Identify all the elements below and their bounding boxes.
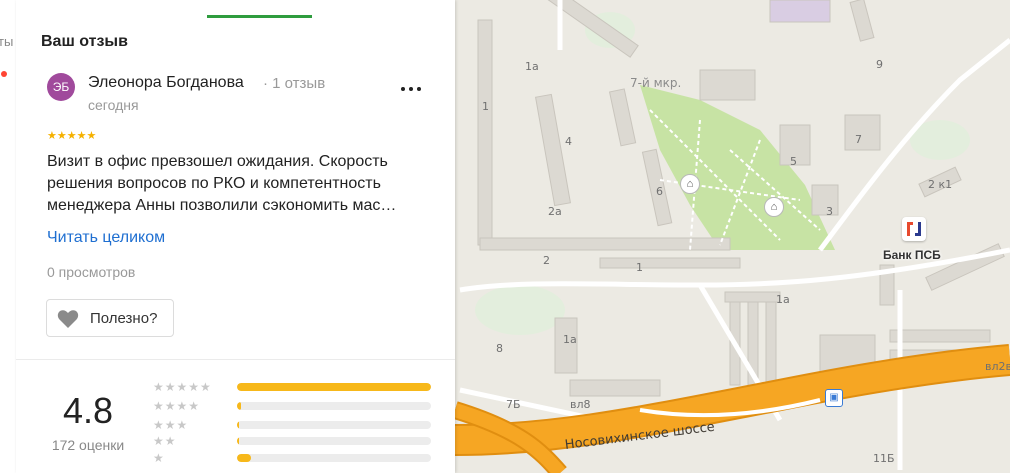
divider: [16, 359, 455, 360]
helpful-button[interactable]: Полезно?: [46, 299, 174, 337]
bank-logo-icon[interactable]: [902, 217, 926, 241]
bus-stop-icon[interactable]: ▣: [825, 389, 843, 407]
review-text-line: менеджера Анны позволили сэкономить мас…: [47, 197, 397, 214]
distribution-fill: [237, 421, 239, 429]
building-number: 1: [636, 261, 643, 274]
building-number: 7Б: [506, 398, 521, 411]
building-number: 4: [565, 135, 572, 148]
cut-off-text: ты: [0, 34, 14, 49]
heart-icon: [57, 310, 79, 328]
review-stars: ★★★★★: [47, 130, 97, 142]
distribution-fill: [237, 437, 239, 445]
distribution-stars-4: ★★★★: [153, 399, 201, 413]
left-edge-strip: ты: [0, 0, 17, 473]
views-count: 0 просмотров: [47, 264, 136, 280]
building-number: вл8: [570, 398, 591, 411]
review-text-line: решения вопросов по РКО и компетентность: [47, 175, 381, 192]
more-dots-icon[interactable]: [400, 78, 422, 98]
building-number: 2: [543, 254, 550, 267]
review-date: сегодня: [88, 97, 139, 113]
reviewer-review-count: · 1 отзыв: [263, 75, 326, 92]
distribution-stars-3: ★★★: [153, 418, 189, 432]
review-text: Визит в офис превзошел ожидания. Скорост…: [47, 151, 432, 217]
distribution-stars-1: ★: [153, 451, 165, 465]
notification-dot: [1, 71, 7, 77]
building-number: 2 к1: [928, 178, 953, 191]
distribution-fill: [237, 402, 241, 410]
building-number: 1: [482, 100, 489, 113]
rating-value: 4.8: [62, 390, 114, 431]
building-number: 7: [855, 133, 862, 146]
rating-count: 172 оценки: [51, 437, 125, 453]
building-number: 8: [496, 342, 503, 355]
read-more-link[interactable]: Читать целиком: [47, 229, 165, 247]
bank-name-label[interactable]: Банк ПСБ: [883, 248, 941, 262]
distribution-bar-4: [237, 402, 431, 410]
building-number: 6: [656, 185, 663, 198]
reviewer-name[interactable]: Элеонора Богданова: [88, 74, 244, 92]
distribution-fill: [237, 454, 251, 462]
distribution-stars-5: ★★★★★: [153, 380, 212, 394]
distribution-bar-3: [237, 421, 431, 429]
building-number: 5: [790, 155, 797, 168]
active-tab-indicator: [207, 15, 312, 18]
distribution-bar-5: [237, 383, 431, 391]
landmark-icon[interactable]: ⌂: [680, 174, 700, 194]
review-text-line: Визит в офис превзошел ожидания. Скорост…: [47, 153, 388, 170]
distribution-bar-2: [237, 437, 431, 445]
distribution-fill: [237, 383, 431, 391]
landmark-icon[interactable]: ⌂: [764, 197, 784, 217]
building-number: 1а: [776, 293, 790, 306]
district-label: 7-й мкр.: [630, 76, 682, 90]
building-number: 2а: [548, 205, 562, 218]
building-number: 3: [826, 205, 833, 218]
building-number: 1а: [525, 60, 539, 73]
building-number: 1а: [563, 333, 577, 346]
review-panel: Ваш отзыв ЭБ Элеонора Богданова · 1 отзы…: [16, 0, 455, 473]
building-number: вл2в: [985, 360, 1010, 373]
helpful-label: Полезно?: [90, 310, 158, 327]
section-title: Ваш отзыв: [41, 33, 128, 50]
avatar[interactable]: ЭБ: [47, 73, 75, 101]
distribution-bar-1: [237, 454, 431, 462]
building-number: 11Б: [873, 452, 895, 465]
building-number: 9: [876, 58, 883, 71]
distribution-stars-2: ★★: [153, 434, 177, 448]
